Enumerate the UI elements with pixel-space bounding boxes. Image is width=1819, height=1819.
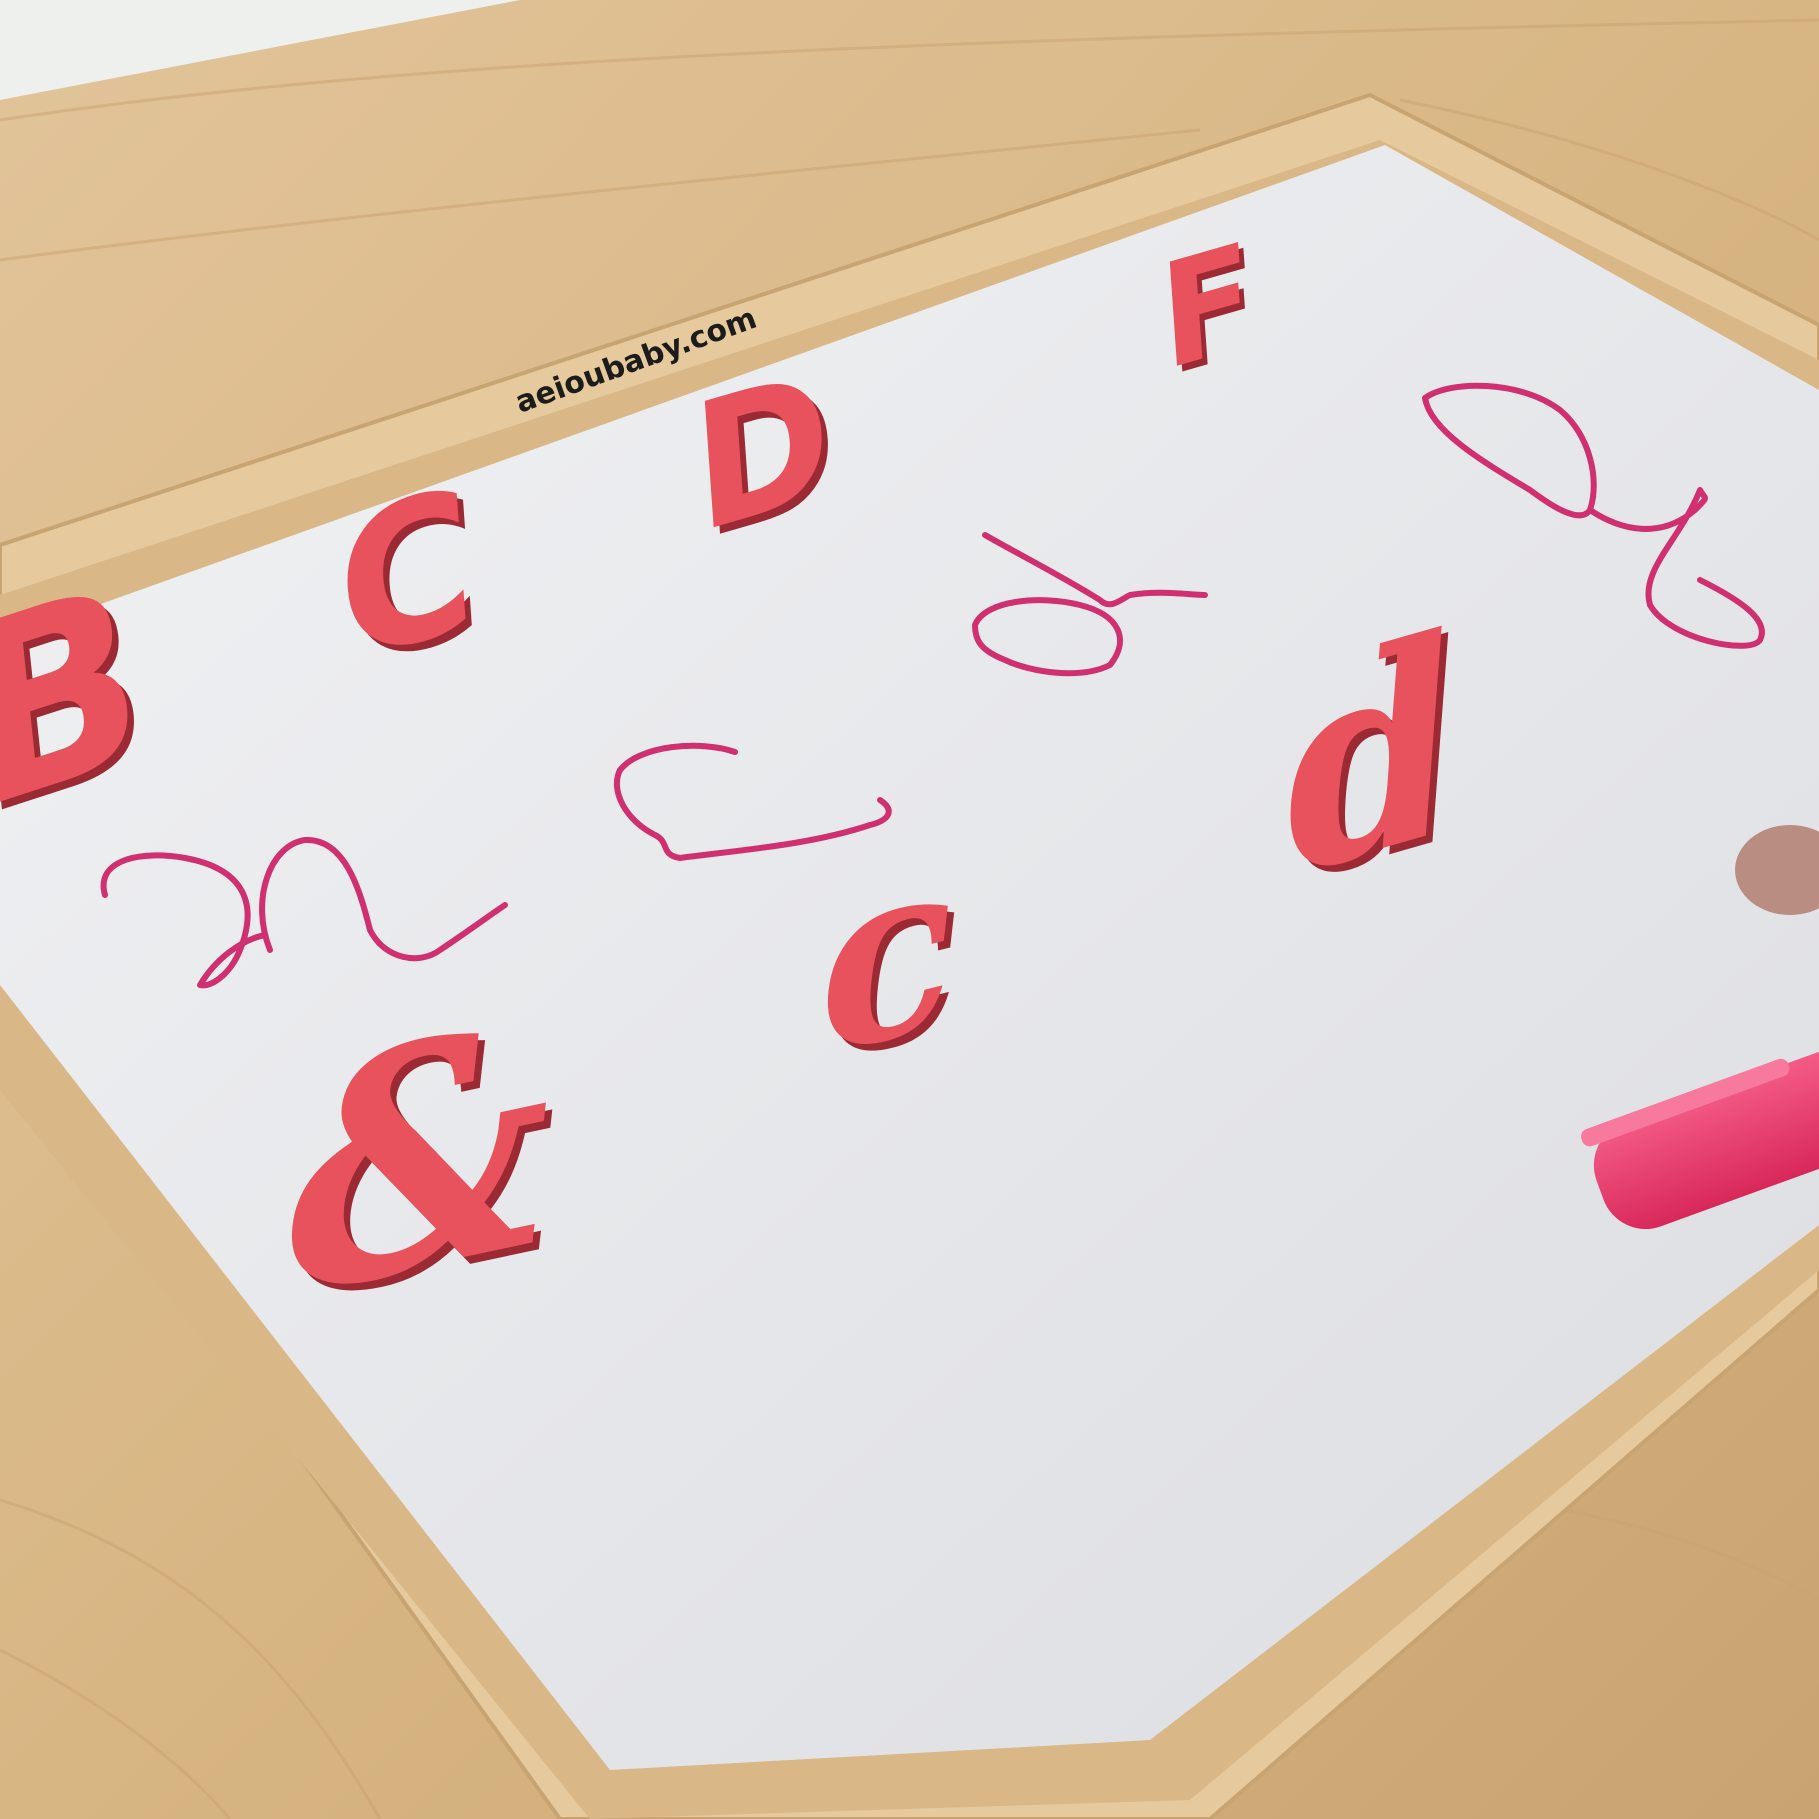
foam-letter-d[interactable]: d d [1267, 575, 1481, 943]
foam-letter-c[interactable]: c c [808, 799, 969, 1117]
svg-text:c: c [808, 800, 963, 1108]
foam-ampersand[interactable]: & & [274, 953, 571, 1374]
svg-text:F: F [1156, 212, 1259, 404]
foam-letter-C[interactable]: C C [331, 443, 487, 716]
foam-letter-F[interactable]: F F [1156, 210, 1265, 410]
svg-text:D: D [687, 331, 837, 573]
foam-letter-D[interactable]: D D [687, 330, 843, 581]
svg-text:&: & [274, 954, 565, 1365]
whiteboard-photo: aeioubaby.com B B C C D D F F c c d d & … [0, 0, 1819, 1819]
svg-text:C: C [331, 445, 481, 708]
svg-text:d: d [1267, 577, 1474, 936]
